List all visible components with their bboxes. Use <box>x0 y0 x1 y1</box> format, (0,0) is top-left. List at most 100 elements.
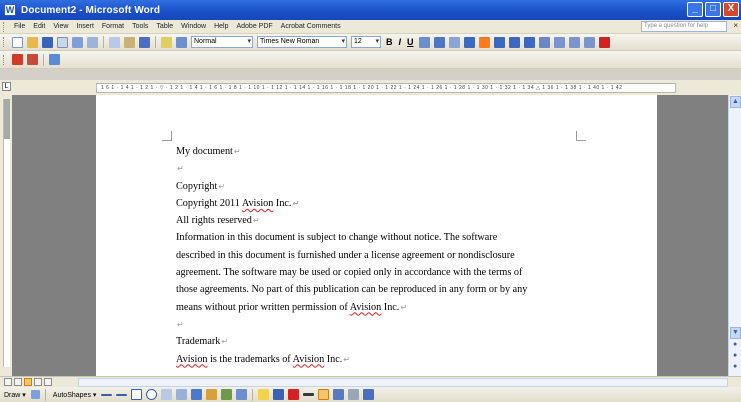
horizontal-scrollbar[interactable] <box>78 378 728 387</box>
menu-adobe-pdf[interactable]: Adobe PDF <box>232 23 276 30</box>
cut-icon[interactable] <box>109 36 120 48</box>
font-color-icon[interactable] <box>598 36 610 48</box>
justify-icon[interactable] <box>523 36 535 48</box>
increase-indent-icon[interactable] <box>583 36 595 48</box>
toolbar-separator <box>44 388 46 401</box>
select-objects-icon[interactable] <box>30 390 40 399</box>
menu-tools[interactable]: Tools <box>128 23 152 30</box>
drawing-font-color-icon[interactable] <box>288 389 300 400</box>
picture-icon[interactable] <box>236 389 248 400</box>
convert-to-pdf-icon[interactable] <box>12 54 23 65</box>
line-style-icon[interactable] <box>303 393 315 396</box>
new-document-icon[interactable] <box>12 36 23 48</box>
spelling-error[interactable]: Avision <box>293 354 325 365</box>
italic-button[interactable]: I <box>399 37 402 47</box>
oval-icon[interactable] <box>146 389 158 400</box>
vertical-scrollbar[interactable]: ▲ ▼ ● ● ● <box>728 95 741 376</box>
menu-table[interactable]: Table <box>152 23 177 30</box>
numbering-icon[interactable] <box>553 36 565 48</box>
close-button[interactable]: X <box>723 2 739 17</box>
word-app-icon[interactable]: W <box>4 4 16 16</box>
line-color-icon[interactable] <box>273 389 285 400</box>
shadow-style-icon[interactable] <box>348 389 360 400</box>
next-page-icon[interactable]: ● <box>733 363 737 370</box>
show-hide-icon[interactable] <box>161 36 172 48</box>
print-icon[interactable] <box>72 36 83 48</box>
menu-view[interactable]: View <box>49 23 72 30</box>
print-layout-icon[interactable] <box>24 378 32 386</box>
previous-page-icon[interactable]: ● <box>733 341 737 348</box>
menu-window[interactable]: Window <box>177 23 210 30</box>
menu-acrobat-comments[interactable]: Acrobat Comments <box>277 23 345 30</box>
underline-button[interactable]: U <box>407 37 414 47</box>
drawing-toolbar: Draw ▾ AutoShapes ▾ <box>0 387 741 402</box>
document-area: My document↵ ↵ Copyright↵ Copyright 2011… <box>12 95 728 376</box>
scroll-up-icon[interactable]: ▲ <box>730 96 741 108</box>
vertical-text-box-icon[interactable] <box>176 389 188 400</box>
draw-menu[interactable]: Draw ▾ <box>4 391 26 399</box>
arrow-icon[interactable] <box>116 393 128 396</box>
document-page[interactable]: My document↵ ↵ Copyright↵ Copyright 2011… <box>96 95 657 376</box>
menu-insert[interactable]: Insert <box>72 23 98 30</box>
rectangle-icon[interactable] <box>131 389 143 400</box>
diagram-icon[interactable] <box>206 389 218 400</box>
tab-selector[interactable]: L <box>2 82 11 91</box>
line-icon[interactable] <box>101 393 113 396</box>
undo-icon[interactable] <box>139 36 150 48</box>
pdf-email-icon[interactable] <box>27 54 38 65</box>
clip-art-icon[interactable] <box>221 389 233 400</box>
dash-style-icon[interactable] <box>318 389 330 400</box>
fill-color-icon[interactable] <box>258 389 270 400</box>
align-left-icon[interactable] <box>463 36 475 48</box>
menu-file[interactable]: File <box>10 23 29 30</box>
spelling-error[interactable]: Avision <box>350 302 382 313</box>
research-icon[interactable] <box>87 36 98 48</box>
document-close-icon[interactable]: × <box>733 21 738 30</box>
menu-grip[interactable] <box>3 21 6 32</box>
spelling-error[interactable]: Avision <box>176 354 208 365</box>
vertical-ruler[interactable] <box>0 95 12 376</box>
open-folder-icon[interactable] <box>27 36 38 48</box>
horizontal-ruler-row: L 1 6 1 · 1 4 1 · 1 2 1 · ▽ · 1 2 1 · 1 … <box>0 80 741 95</box>
toolbar-grip[interactable] <box>3 37 6 47</box>
document-text[interactable]: My document↵ ↵ Copyright↵ Copyright 2011… <box>176 143 586 368</box>
scroll-down-icon[interactable]: ▼ <box>730 327 741 339</box>
select-browse-object-icon[interactable]: ● <box>733 352 737 359</box>
reading-layout-icon[interactable] <box>44 378 52 386</box>
arrow-style-icon[interactable] <box>333 389 345 400</box>
3d-style-icon[interactable] <box>363 389 375 400</box>
web-layout-icon[interactable] <box>14 378 22 386</box>
style-dropdown[interactable]: Normal <box>191 36 253 48</box>
line-spacing-icon[interactable] <box>538 36 550 48</box>
character-border-icon[interactable] <box>418 36 430 48</box>
align-center-icon[interactable] <box>493 36 505 48</box>
bullets-icon[interactable] <box>568 36 580 48</box>
menu-format[interactable]: Format <box>98 23 128 30</box>
bold-button[interactable]: B <box>386 37 393 47</box>
menu-edit[interactable]: Edit <box>29 23 49 30</box>
toolbar-grip[interactable] <box>3 54 6 65</box>
spelling-error[interactable]: Avision <box>242 198 274 209</box>
text-box-icon[interactable] <box>161 389 173 400</box>
doc-line: agreement. The software may be used or c… <box>176 267 523 279</box>
menu-help[interactable]: Help <box>210 23 232 30</box>
save-icon[interactable] <box>42 36 53 48</box>
shrink-font-icon[interactable] <box>448 36 460 48</box>
wordart-icon[interactable] <box>191 389 203 400</box>
help-search-input[interactable]: Type a question for help <box>641 21 727 32</box>
highlight-icon[interactable] <box>478 36 490 48</box>
maximize-button[interactable]: □ <box>705 2 721 17</box>
styles-pane-icon[interactable] <box>176 36 187 48</box>
autoshapes-menu[interactable]: AutoShapes ▾ <box>53 391 97 399</box>
outline-view-icon[interactable] <box>34 378 42 386</box>
grow-font-icon[interactable] <box>433 36 445 48</box>
align-right-icon[interactable] <box>508 36 520 48</box>
pdf-review-icon[interactable] <box>49 54 60 65</box>
normal-view-icon[interactable] <box>4 378 12 386</box>
font-size-dropdown[interactable]: 12 <box>351 36 381 48</box>
minimize-button[interactable]: _ <box>687 2 703 17</box>
permission-icon[interactable] <box>57 36 68 48</box>
font-dropdown[interactable]: Times New Roman <box>257 36 347 48</box>
horizontal-ruler[interactable]: 1 6 1 · 1 4 1 · 1 2 1 · ▽ · 1 2 1 · 1 4 … <box>96 83 676 93</box>
paste-icon[interactable] <box>124 36 135 48</box>
